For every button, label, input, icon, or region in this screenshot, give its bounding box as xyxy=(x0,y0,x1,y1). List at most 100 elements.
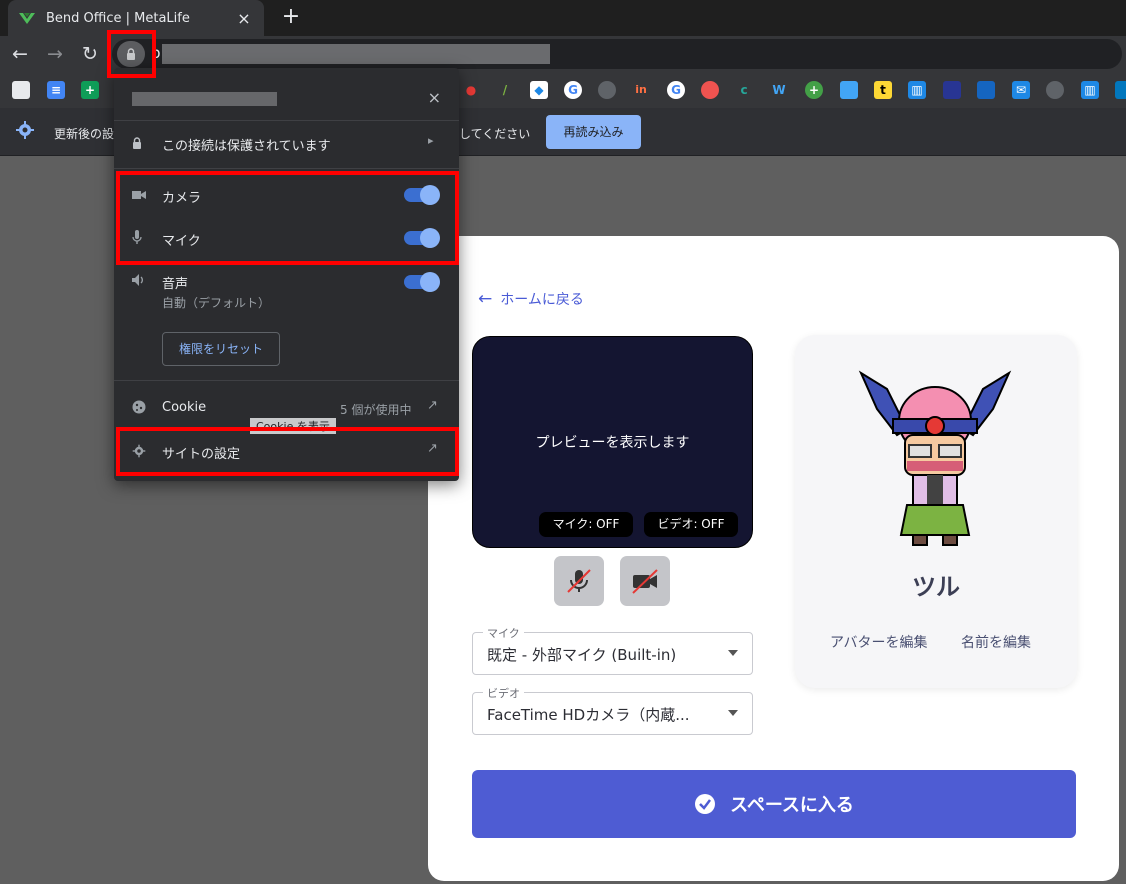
reset-permissions-button[interactable]: 権限をリセット xyxy=(162,332,280,366)
cookie-label: Cookie xyxy=(162,400,207,415)
site-name-redaction xyxy=(132,92,277,106)
video-select-value: FaceTime HDカメラ（内蔵... xyxy=(487,706,690,724)
trello-bookmark-icon[interactable]: ▥ xyxy=(1081,81,1099,99)
sheets-bookmark-icon[interactable]: + xyxy=(81,81,99,99)
mic-toggle-button[interactable] xyxy=(554,556,604,606)
mic-select-label: マイク xyxy=(483,625,524,641)
lock-icon xyxy=(127,48,135,60)
tab-title: Bend Office | MetaLife xyxy=(46,10,190,26)
connection-label: この接続は保護されています xyxy=(162,139,331,154)
site-settings-row[interactable]: サイトの設定 ↗ xyxy=(114,438,459,464)
mic-toggle[interactable] xyxy=(404,228,440,248)
mic-status-badge: マイク: OFF xyxy=(539,512,633,537)
new-tab-button[interactable]: + xyxy=(278,4,304,29)
permission-label-sound: 音声 xyxy=(162,277,189,292)
lock-icon xyxy=(133,137,141,149)
back-home-label: ホームに戻る xyxy=(500,292,584,308)
bookmark-icon[interactable]: c xyxy=(735,81,753,99)
bookmark-icon[interactable]: in xyxy=(632,81,650,99)
info-message: 更新後の設 xyxy=(54,127,115,141)
speaker-icon xyxy=(132,274,143,286)
docs-bookmark-icon[interactable]: ≡ xyxy=(47,81,65,99)
permission-row-mic: マイク xyxy=(114,225,459,251)
site-info-button[interactable] xyxy=(117,41,145,67)
tab-active[interactable]: Bend Office | MetaLife × xyxy=(8,0,264,36)
pen-bookmark-icon[interactable]: / xyxy=(496,81,514,99)
metalife-favicon xyxy=(19,13,35,24)
chat-bookmark-icon[interactable] xyxy=(840,81,858,99)
cookie-tooltip: Cookie を表示 xyxy=(250,418,336,434)
browser-toolbar: ← → ↻ p xyxy=(0,36,1126,72)
avatar-image xyxy=(858,370,1012,546)
cookie-row[interactable]: Cookie 5 個が使用中 ↗ xyxy=(114,396,459,420)
divider xyxy=(114,380,459,381)
mic-off-icon xyxy=(567,569,591,593)
camera-toggle[interactable] xyxy=(404,185,440,205)
external-link-icon[interactable]: ↗ xyxy=(427,398,438,413)
divider xyxy=(114,120,459,121)
google-bookmark-icon[interactable]: G xyxy=(667,81,685,99)
edit-avatar-link[interactable]: アバターを編集 xyxy=(830,632,927,652)
permission-sub-sound: 自動（デフォルト） xyxy=(162,296,271,310)
trello-bookmark-icon[interactable]: ▥ xyxy=(908,81,926,99)
url-text: p xyxy=(151,44,161,62)
forward-arrow-icon[interactable]: → xyxy=(43,42,67,66)
external-link-icon[interactable]: ↗ xyxy=(427,441,438,456)
camera-icon xyxy=(132,191,146,199)
permission-row-sound: 音声 自動（デフォルト） xyxy=(114,268,459,314)
tab-strip: Bend Office | MetaLife × + xyxy=(0,0,1126,36)
check-circle-icon xyxy=(695,794,716,814)
gear-icon xyxy=(132,444,146,458)
google-bookmark-icon[interactable]: G xyxy=(564,81,582,99)
preview-message: プレビューを表示します xyxy=(535,435,690,451)
connection-row[interactable]: この接続は保護されています ▸ xyxy=(114,130,459,156)
bookmark-icon[interactable] xyxy=(1115,81,1126,99)
permission-label-mic: マイク xyxy=(162,234,201,249)
sound-toggle[interactable] xyxy=(404,272,440,292)
avatar-card: ツル アバターを編集 名前を編集 xyxy=(795,335,1077,688)
site-settings-label: サイトの設定 xyxy=(162,447,241,462)
back-home-link[interactable]: ← ホームに戻る xyxy=(478,289,584,309)
camera-toggle-button[interactable] xyxy=(620,556,670,606)
avatar-name: ツル xyxy=(912,573,960,601)
bookmark-icon[interactable]: + xyxy=(805,81,823,99)
mail-bookmark-icon[interactable]: ✉ xyxy=(1012,81,1030,99)
info-message-tail: してください xyxy=(459,127,531,141)
pin-bookmark-icon[interactable] xyxy=(701,81,719,99)
code-bookmark-icon[interactable]: ◆ xyxy=(530,81,548,99)
video-select[interactable]: ビデオ FaceTime HDカメラ（内蔵... xyxy=(472,685,753,735)
enter-space-button[interactable]: スペースに入る xyxy=(472,770,1076,838)
bookmark-icon[interactable] xyxy=(943,81,961,99)
mic-icon xyxy=(132,230,142,244)
close-icon[interactable]: × xyxy=(428,88,441,107)
divider xyxy=(114,168,459,169)
bookmark-icon[interactable] xyxy=(977,81,995,99)
chevron-down-icon xyxy=(728,710,738,716)
reload-icon[interactable]: ↻ xyxy=(78,42,102,66)
arrow-left-icon: ← xyxy=(478,289,493,309)
reload-button[interactable]: 再読み込み xyxy=(546,115,641,149)
bookmark-icon[interactable] xyxy=(12,81,30,99)
edit-name-link[interactable]: 名前を編集 xyxy=(961,632,1031,652)
bookmark-icon[interactable]: ● xyxy=(462,81,480,99)
camera-off-icon xyxy=(632,569,658,594)
chevron-right-icon: ▸ xyxy=(428,134,434,147)
globe-bookmark-icon[interactable] xyxy=(1046,81,1064,99)
mic-select[interactable]: マイク 既定 - 外部マイク (Built-in) xyxy=(472,625,753,675)
cookie-count: 5 個が使用中 xyxy=(340,403,412,417)
mic-select-value: 既定 - 外部マイク (Built-in) xyxy=(487,646,677,664)
cookie-icon xyxy=(132,400,146,414)
tab-close-icon[interactable]: × xyxy=(234,9,254,28)
video-preview: プレビューを表示します マイク: OFF ビデオ: OFF xyxy=(472,336,753,548)
video-select-label: ビデオ xyxy=(483,685,524,701)
video-status-badge: ビデオ: OFF xyxy=(644,512,738,537)
url-redaction xyxy=(162,44,550,64)
globe-bookmark-icon[interactable] xyxy=(598,81,616,99)
gear-icon xyxy=(16,121,34,139)
permission-label-camera: カメラ xyxy=(162,191,202,206)
chevron-down-icon xyxy=(728,650,738,656)
enter-space-label: スペースに入る xyxy=(730,795,854,816)
bookmark-icon[interactable]: t xyxy=(874,81,892,99)
back-arrow-icon[interactable]: ← xyxy=(8,42,32,66)
bookmark-icon[interactable]: W xyxy=(770,81,788,99)
